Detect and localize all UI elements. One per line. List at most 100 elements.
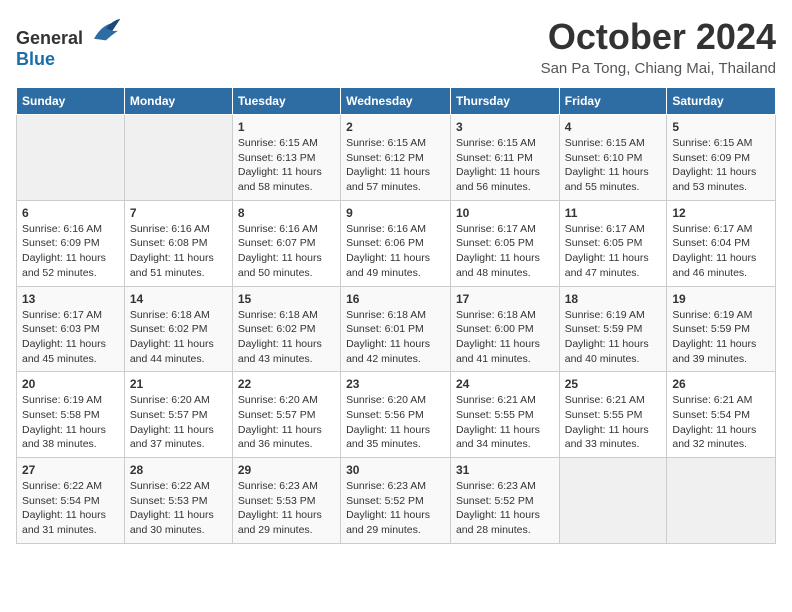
- calendar-cell: [17, 115, 125, 201]
- day-info: Sunrise: 6:20 AM Sunset: 5:57 PM Dayligh…: [130, 393, 227, 452]
- day-number: 4: [565, 120, 662, 134]
- calendar-cell: 11 Sunrise: 6:17 AM Sunset: 6:05 PM Dayli…: [559, 200, 667, 286]
- calendar-cell: [559, 458, 667, 544]
- day-info: Sunrise: 6:19 AM Sunset: 5:58 PM Dayligh…: [22, 393, 119, 452]
- day-info: Sunrise: 6:15 AM Sunset: 6:12 PM Dayligh…: [346, 136, 445, 195]
- day-info: Sunrise: 6:17 AM Sunset: 6:05 PM Dayligh…: [456, 222, 554, 281]
- day-number: 14: [130, 292, 227, 306]
- calendar-cell: 18 Sunrise: 6:19 AM Sunset: 5:59 PM Dayli…: [559, 286, 667, 372]
- day-number: 7: [130, 206, 227, 220]
- calendar-day-header: Monday: [124, 88, 232, 115]
- day-number: 22: [238, 377, 335, 391]
- day-info: Sunrise: 6:15 AM Sunset: 6:10 PM Dayligh…: [565, 136, 662, 195]
- calendar-cell: 29Sunrise: 6:23 AM Sunset: 5:53 PM Dayli…: [232, 458, 340, 544]
- day-info: Sunrise: 6:19 AM Sunset: 5:59 PM Dayligh…: [672, 308, 770, 367]
- calendar-cell: 22Sunrise: 6:20 AM Sunset: 5:57 PM Dayli…: [232, 372, 340, 458]
- day-number: 10: [456, 206, 554, 220]
- day-number: 8: [238, 206, 335, 220]
- calendar-day-header: Thursday: [450, 88, 559, 115]
- calendar-cell: 5Sunrise: 6:15 AM Sunset: 6:09 PM Daylig…: [667, 115, 776, 201]
- title-block: October 2024 San Pa Tong, Chiang Mai, Th…: [541, 16, 776, 77]
- day-number: 23: [346, 377, 445, 391]
- calendar-cell: 15 Sunrise: 6:18 AM Sunset: 6:02 PM Dayli…: [232, 286, 340, 372]
- day-info: Sunrise: 6:16 AM Sunset: 6:09 PM Dayligh…: [22, 222, 119, 281]
- day-info: Sunrise: 6:20 AM Sunset: 5:56 PM Dayligh…: [346, 393, 445, 452]
- calendar-week-row: 6 Sunrise: 6:16 AM Sunset: 6:09 PM Daylig…: [17, 200, 776, 286]
- calendar-cell: 7Sunrise: 6:16 AM Sunset: 6:08 PM Daylig…: [124, 200, 232, 286]
- calendar-week-row: 20Sunrise: 6:19 AM Sunset: 5:58 PM Dayli…: [17, 372, 776, 458]
- day-number: 29: [238, 463, 335, 477]
- calendar-week-row: 13 Sunrise: 6:17 AM Sunset: 6:03 PM Dayli…: [17, 286, 776, 372]
- day-info: Sunrise: 6:15 AM Sunset: 6:13 PM Dayligh…: [238, 136, 335, 195]
- calendar-cell: 21 Sunrise: 6:20 AM Sunset: 5:57 PM Dayli…: [124, 372, 232, 458]
- calendar-day-header: Wednesday: [341, 88, 451, 115]
- day-number: 25: [565, 377, 662, 391]
- day-number: 16: [346, 292, 445, 306]
- calendar-cell: 25Sunrise: 6:21 AM Sunset: 5:55 PM Dayli…: [559, 372, 667, 458]
- calendar-cell: 23 Sunrise: 6:20 AM Sunset: 5:56 PM Dayli…: [341, 372, 451, 458]
- day-info: Sunrise: 6:16 AM Sunset: 6:06 PM Dayligh…: [346, 222, 445, 281]
- calendar-cell: 28 Sunrise: 6:22 AM Sunset: 5:53 PM Dayli…: [124, 458, 232, 544]
- day-info: Sunrise: 6:18 AM Sunset: 6:02 PM Dayligh…: [238, 308, 335, 367]
- calendar-cell: 27Sunrise: 6:22 AM Sunset: 5:54 PM Dayli…: [17, 458, 125, 544]
- day-number: 28: [130, 463, 227, 477]
- day-number: 2: [346, 120, 445, 134]
- calendar-day-header: Sunday: [17, 88, 125, 115]
- logo: General Blue: [16, 16, 122, 70]
- day-number: 1: [238, 120, 335, 134]
- calendar-cell: 19Sunrise: 6:19 AM Sunset: 5:59 PM Dayli…: [667, 286, 776, 372]
- day-number: 21: [130, 377, 227, 391]
- logo-bird-icon: [90, 16, 122, 44]
- day-number: 12: [672, 206, 770, 220]
- calendar-cell: 24 Sunrise: 6:21 AM Sunset: 5:55 PM Dayli…: [450, 372, 559, 458]
- calendar-cell: [667, 458, 776, 544]
- day-number: 15: [238, 292, 335, 306]
- day-number: 18: [565, 292, 662, 306]
- calendar-cell: 14 Sunrise: 6:18 AM Sunset: 6:02 PM Dayli…: [124, 286, 232, 372]
- day-number: 11: [565, 206, 662, 220]
- calendar-cell: 20Sunrise: 6:19 AM Sunset: 5:58 PM Dayli…: [17, 372, 125, 458]
- day-info: Sunrise: 6:16 AM Sunset: 6:07 PM Dayligh…: [238, 222, 335, 281]
- calendar-week-row: 27Sunrise: 6:22 AM Sunset: 5:54 PM Dayli…: [17, 458, 776, 544]
- day-number: 3: [456, 120, 554, 134]
- day-info: Sunrise: 6:21 AM Sunset: 5:55 PM Dayligh…: [456, 393, 554, 452]
- logo-general-text: General: [16, 28, 83, 48]
- month-title: October 2024: [541, 16, 776, 58]
- calendar-header-row: SundayMondayTuesdayWednesdayThursdayFrid…: [17, 88, 776, 115]
- day-info: Sunrise: 6:17 AM Sunset: 6:04 PM Dayligh…: [672, 222, 770, 281]
- day-number: 27: [22, 463, 119, 477]
- calendar-cell: 16Sunrise: 6:18 AM Sunset: 6:01 PM Dayli…: [341, 286, 451, 372]
- page-header: General Blue October 2024 San Pa Tong, C…: [16, 16, 776, 77]
- day-info: Sunrise: 6:18 AM Sunset: 6:00 PM Dayligh…: [456, 308, 554, 367]
- calendar-day-header: Friday: [559, 88, 667, 115]
- logo-blue-text: Blue: [16, 49, 55, 70]
- day-info: Sunrise: 6:17 AM Sunset: 6:05 PM Dayligh…: [565, 222, 662, 281]
- calendar-cell: 4 Sunrise: 6:15 AM Sunset: 6:10 PM Daylig…: [559, 115, 667, 201]
- day-number: 13: [22, 292, 119, 306]
- calendar-cell: 3Sunrise: 6:15 AM Sunset: 6:11 PM Daylig…: [450, 115, 559, 201]
- day-info: Sunrise: 6:21 AM Sunset: 5:54 PM Dayligh…: [672, 393, 770, 452]
- calendar-cell: 2 Sunrise: 6:15 AM Sunset: 6:12 PM Daylig…: [341, 115, 451, 201]
- calendar-cell: 31Sunrise: 6:23 AM Sunset: 5:52 PM Dayli…: [450, 458, 559, 544]
- calendar-cell: 13 Sunrise: 6:17 AM Sunset: 6:03 PM Dayli…: [17, 286, 125, 372]
- day-info: Sunrise: 6:19 AM Sunset: 5:59 PM Dayligh…: [565, 308, 662, 367]
- location-text: San Pa Tong, Chiang Mai, Thailand: [541, 60, 776, 77]
- calendar-cell: 9 Sunrise: 6:16 AM Sunset: 6:06 PM Daylig…: [341, 200, 451, 286]
- day-info: Sunrise: 6:18 AM Sunset: 6:02 PM Dayligh…: [130, 308, 227, 367]
- calendar-week-row: 1 Sunrise: 6:15 AM Sunset: 6:13 PM Daylig…: [17, 115, 776, 201]
- calendar-cell: 6 Sunrise: 6:16 AM Sunset: 6:09 PM Daylig…: [17, 200, 125, 286]
- calendar-table: SundayMondayTuesdayWednesdayThursdayFrid…: [16, 87, 776, 544]
- day-info: Sunrise: 6:23 AM Sunset: 5:52 PM Dayligh…: [456, 479, 554, 538]
- day-number: 6: [22, 206, 119, 220]
- calendar-cell: 12 Sunrise: 6:17 AM Sunset: 6:04 PM Dayli…: [667, 200, 776, 286]
- calendar-cell: 10 Sunrise: 6:17 AM Sunset: 6:05 PM Dayli…: [450, 200, 559, 286]
- calendar-cell: 1 Sunrise: 6:15 AM Sunset: 6:13 PM Daylig…: [232, 115, 340, 201]
- calendar-day-header: Saturday: [667, 88, 776, 115]
- day-info: Sunrise: 6:22 AM Sunset: 5:53 PM Dayligh…: [130, 479, 227, 538]
- day-number: 26: [672, 377, 770, 391]
- day-number: 24: [456, 377, 554, 391]
- day-info: Sunrise: 6:15 AM Sunset: 6:09 PM Dayligh…: [672, 136, 770, 195]
- day-number: 30: [346, 463, 445, 477]
- day-number: 9: [346, 206, 445, 220]
- day-info: Sunrise: 6:17 AM Sunset: 6:03 PM Dayligh…: [22, 308, 119, 367]
